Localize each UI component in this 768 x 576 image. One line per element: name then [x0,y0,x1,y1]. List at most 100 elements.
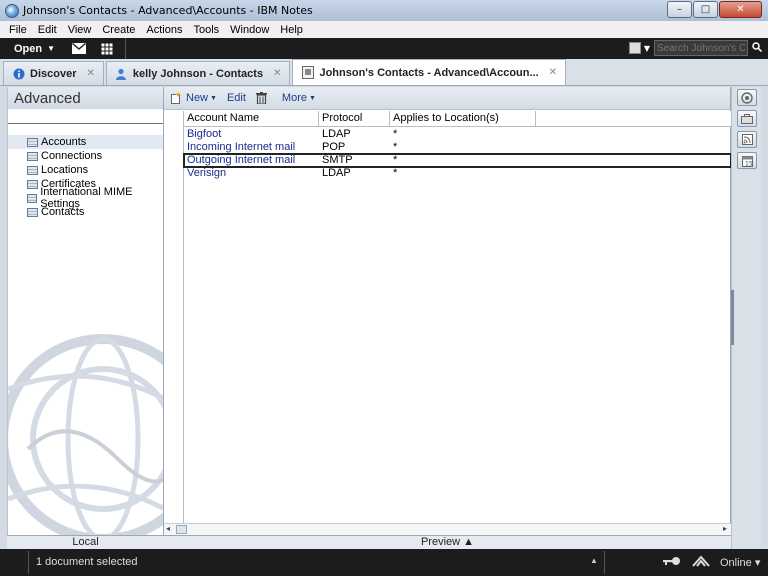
feeds-icon[interactable] [737,131,757,148]
protocol-cell: LDAP [322,167,351,179]
online-status-menu[interactable]: Online ▾ [720,556,760,569]
tab-label: Discover [30,67,77,80]
edit-button[interactable]: Edit [227,92,246,104]
open-button[interactable]: Open ▼ [0,43,65,55]
nav-item-connections[interactable]: Connections [8,149,163,163]
tab-kelly-johnson-contacts[interactable]: kelly Johnson - Contacts ✕ [105,61,291,85]
navigator-pane: Advanced Accounts Connections Locations … [7,87,164,549]
action-bar: New ▼ Edit More ▼ [164,87,730,110]
view-icon [27,207,38,217]
menu-view[interactable]: View [62,24,97,36]
protocol-cell: POP [322,141,346,153]
location-cell: * [393,141,398,153]
database-icon [301,66,314,79]
new-label: New [186,92,209,104]
menu-edit[interactable]: Edit [32,24,62,36]
status-separator [28,551,29,574]
menu-help[interactable]: Help [274,24,308,36]
day-at-a-glance-icon[interactable]: 15 [737,152,757,169]
nav-item-accounts[interactable]: Accounts [8,135,163,149]
scrollbar-thumb[interactable] [176,525,187,534]
account-name-cell: Bigfoot [187,128,222,140]
activities-icon[interactable] [737,110,757,127]
network-icon[interactable] [692,555,710,570]
toolbar-separator [125,38,127,59]
nav-item-locations[interactable]: Locations [8,163,163,177]
key-icon[interactable] [663,555,681,570]
status-message: 1 document selected [36,556,138,568]
calendar-icon[interactable] [99,42,115,56]
nav-item-label: Contacts [41,206,85,218]
chevron-down-icon: ▼ [47,44,56,53]
nav-item-label: Locations [41,164,89,176]
menu-actions[interactable]: Actions [140,24,187,36]
sidebar-resize-handle[interactable] [731,290,734,345]
chevron-down-icon[interactable]: ▼ [644,44,650,53]
view-icon [27,165,38,175]
column-header-applies-to-locations[interactable]: Applies to Location(s) [390,111,536,127]
person-icon [115,67,128,80]
scroll-left-icon[interactable]: ◂ [166,524,170,533]
search-scope-icon[interactable] [628,42,641,54]
documents-list: Bigfoot LDAP * Incoming Internet mail PO… [183,128,732,180]
globe-watermark-icon [8,334,163,544]
table-row[interactable]: Verisign LDAP * [184,167,731,180]
sametime-contacts-icon[interactable] [737,89,757,106]
search-icon[interactable] [752,41,763,55]
mail-icon[interactable] [71,42,87,56]
close-icon[interactable]: ✕ [86,68,94,79]
table-row-selected[interactable]: Outgoing Internet mail SMTP * [183,153,732,168]
view-icon [27,137,38,147]
main-toolbar: Open ▼ ▼ [0,38,768,59]
nav-item-label: Accounts [41,136,87,148]
account-name-cell: Incoming Internet mail [187,141,296,153]
new-button[interactable]: New ▼ [170,92,217,104]
location-cell: * [393,128,398,140]
close-icon[interactable]: ✕ [549,67,557,78]
menu-tools[interactable]: Tools [187,24,224,36]
protocol-cell: SMTP [322,154,353,166]
open-label: Open [14,42,43,55]
column-header-account-name[interactable]: Account Name [184,111,319,127]
location-cell: * [393,154,398,166]
chevron-up-icon[interactable]: ▲ [590,556,598,565]
scroll-right-icon[interactable]: ▸ [723,524,727,533]
menu-file[interactable]: File [3,24,32,36]
edit-label: Edit [226,92,246,104]
preview-toggle[interactable]: Preview ▲ [164,535,731,549]
tab-discover[interactable]: Discover ✕ [3,61,104,85]
menu-window[interactable]: Window [224,24,274,36]
status-separator [604,551,605,574]
more-label: More [281,92,307,104]
more-button[interactable]: More ▼ [282,92,316,104]
chevron-down-icon: ▼ [210,94,217,102]
navigator-list: Accounts Connections Locations Certifica… [8,135,163,219]
sidebar-panel: 15 [731,87,761,549]
search-input[interactable] [654,40,748,56]
window-title: Johnson's Contacts - Advanced\Accounts -… [23,4,313,17]
close-icon[interactable]: ✕ [273,68,281,79]
table-row[interactable]: Incoming Internet mail POP * [184,141,731,154]
trash-icon [256,92,268,104]
navigator-footer-local[interactable]: Local [7,535,164,549]
tab-label: Johnson's Contacts - Advanced\Accoun... [319,66,539,79]
table-row[interactable]: Bigfoot LDAP * [184,128,731,141]
menu-create[interactable]: Create [96,24,140,36]
notes-app-icon[interactable] [5,3,19,18]
nav-item-label: Connections [41,150,103,162]
window-controls: – □ ✕ [666,1,762,18]
nav-item-international-mime-settings[interactable]: International MIME Settings [8,186,163,210]
horizontal-scrollbar[interactable]: ◂ ▸ [164,523,731,535]
title-bar: Johnson's Contacts - Advanced\Accounts -… [0,0,768,21]
maximize-button[interactable]: □ [693,1,718,18]
selection-margin[interactable] [164,111,184,535]
view-icon [27,151,38,161]
delete-button[interactable] [256,92,272,104]
new-document-icon [170,92,182,104]
minimize-button[interactable]: – [667,1,692,18]
status-bar: 1 document selected ▲ Online ▾ [0,549,768,576]
close-button[interactable]: ✕ [719,1,762,18]
info-icon [12,67,25,80]
tab-johnsons-contacts-advanced[interactable]: Johnson's Contacts - Advanced\Accoun... … [292,59,567,85]
column-header-protocol[interactable]: Protocol [319,111,390,127]
